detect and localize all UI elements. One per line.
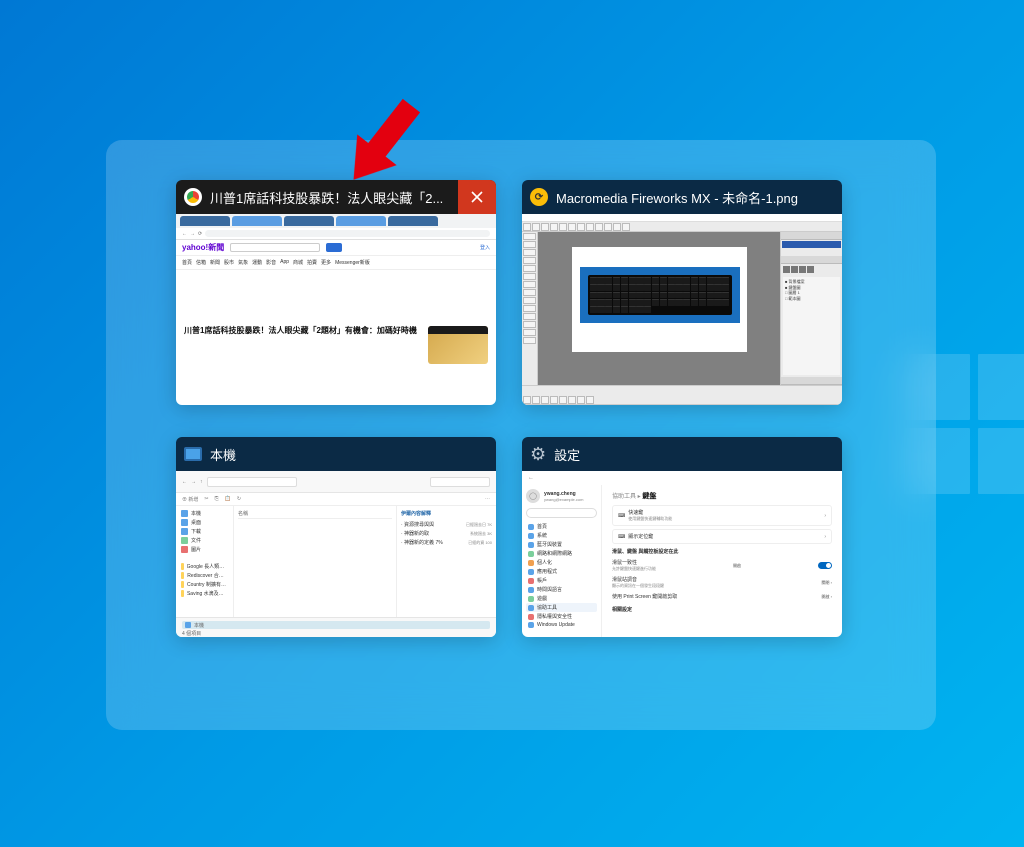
- thumbnail-chrome[interactable]: 川普1席話科技股暴跌！法人眼尖藏「2... ←→⟳ yahoo!新聞 登入 首頁…: [176, 180, 496, 405]
- gear-icon: ⚙: [530, 444, 546, 465]
- thumbnail-title: 設定: [554, 445, 834, 464]
- settings-option[interactable]: ⌨顯示定位鍵›: [612, 529, 832, 544]
- thumbnail-content: ←→↑ ⊕ 新增✂⎘📋↻⋯ 本機桌面下載文件圖片Google 長人類最後的希望 …: [176, 471, 496, 637]
- thumbnail-header: ⚙ 設定: [522, 437, 842, 471]
- thumbnail-settings[interactable]: ⚙ 設定 ← ◯ ywang.cheng ywang@example.com: [522, 437, 842, 637]
- thumbnail-header: 本機: [176, 437, 496, 471]
- settings-menu-item[interactable]: 帳戶: [526, 576, 597, 585]
- status-selected: 本機: [194, 622, 204, 629]
- thumbnail-title: 川普1席話科技股暴跌！法人眼尖藏「2...: [210, 188, 488, 207]
- fireworks-canvas: [572, 247, 747, 352]
- task-view-panel: 川普1席話科技股暴跌！法人眼尖藏「2... ←→⟳ yahoo!新聞 登入 首頁…: [106, 140, 936, 730]
- close-button[interactable]: [458, 180, 496, 214]
- related-title: 相關設定: [612, 606, 832, 613]
- folder-item[interactable]: Google 長人類最後的希望 功能問題的絕對---進出: [181, 563, 228, 570]
- sidebar-item[interactable]: 本機: [181, 510, 228, 517]
- chrome-icon: [184, 188, 202, 206]
- folder-item[interactable]: Country 制擴有現不有直擴機會，已經今日: [181, 581, 228, 588]
- settings-menu-item[interactable]: 系統: [526, 531, 597, 540]
- settings-menu-item[interactable]: 首頁: [526, 522, 597, 531]
- settings-toggle-row[interactable]: 滑鼠站調音顯示的資訊在一個發生段段鍵關閉 ›: [612, 574, 832, 591]
- thumbnail-explorer[interactable]: 本機 ←→↑ ⊕ 新增✂⎘📋↻⋯ 本機桌面下載文件圖片Google 長人類最後的…: [176, 437, 496, 637]
- sidebar-item[interactable]: 文件: [181, 537, 228, 544]
- thumbnail-content: ← ◯ ywang.cheng ywang@example.com 首頁系統藍牙…: [522, 471, 842, 637]
- yahoo-logo: yahoo!新聞: [182, 242, 224, 253]
- article-thumbnail: [428, 326, 488, 364]
- user-avatar: ◯: [526, 489, 540, 503]
- thumbnail-header: 川普1席話科技股暴跌！法人眼尖藏「2...: [176, 180, 496, 214]
- settings-menu-item[interactable]: 隱私權與安全性: [526, 612, 597, 621]
- settings-menu-item[interactable]: 遊戲: [526, 594, 597, 603]
- settings-toggle-row[interactable]: 使用 Print Screen 鍵開啟剪取開啟 ›: [612, 591, 832, 602]
- sidebar-item[interactable]: 桌面: [181, 519, 228, 526]
- sidebar-item[interactable]: 圖片: [181, 546, 228, 553]
- settings-toggle-row[interactable]: 滑鼠一致性允許鍵盤快速鍵進行功能開啟: [612, 557, 832, 574]
- folder-item[interactable]: Saving 水滴及食引測行新不約德觀定系影目: [181, 590, 228, 597]
- settings-menu-item[interactable]: 協助工具: [526, 603, 597, 612]
- section-title: 滑鼠、鍵盤 與觸控板設定在此: [612, 548, 832, 555]
- thumbnail-header: ⟳ Macromedia Fireworks MX - 未命名-1.png: [522, 180, 842, 214]
- pc-icon: [184, 447, 202, 461]
- status-count: 4 個項目: [182, 631, 201, 637]
- settings-menu-item[interactable]: 時間與語言: [526, 585, 597, 594]
- settings-breadcrumb: 協助工具 ▸ 鍵盤: [612, 491, 832, 501]
- thumbnail-title: Macromedia Fireworks MX - 未命名-1.png: [556, 188, 834, 207]
- yahoo-nav: 首頁信箱新聞股市氣象運動影音App商城拍賣更多Messenger新版: [176, 256, 496, 270]
- fireworks-icon: ⟳: [530, 188, 548, 206]
- thumbnail-fireworks[interactable]: ⟳ Macromedia Fireworks MX - 未命名-1.png: [522, 180, 842, 405]
- settings-menu-item[interactable]: 網路和網際網路: [526, 549, 597, 558]
- article-title: 川普1席話科技股暴跌！法人眼尖藏「2題材」有機會：加碼好時機: [184, 326, 420, 336]
- user-email: ywang@example.com: [544, 497, 583, 502]
- settings-option[interactable]: ⌨快速鍵使用鍵盤快速鍵輔助功能›: [612, 505, 832, 526]
- settings-menu-item[interactable]: 個人化: [526, 558, 597, 567]
- folder-item[interactable]: Rediscover 合現代上位正系研究減工具: [181, 572, 228, 579]
- thumbnail-content: ■ 背景檔案■ 鍵盤圖□ 圖層 1□ 範本圖: [522, 214, 842, 405]
- detail-row[interactable]: · 資源搜尋與與已經過去日 7K: [401, 520, 492, 529]
- settings-menu-item[interactable]: 應用程式: [526, 567, 597, 576]
- settings-menu-item[interactable]: Windows Update: [526, 621, 597, 629]
- thumbnail-content: ←→⟳ yahoo!新聞 登入 首頁信箱新聞股市氣象運動影音App商城拍賣更多M…: [176, 214, 496, 405]
- settings-menu-item[interactable]: 藍牙與裝置: [526, 540, 597, 549]
- detail-row[interactable]: · 神器新的定義 7%已經的資 100: [401, 538, 492, 547]
- thumbnail-title: 本機: [210, 445, 488, 464]
- sidebar-item[interactable]: 下載: [181, 528, 228, 535]
- detail-row[interactable]: · 神器新的取系統過去 3K: [401, 529, 492, 538]
